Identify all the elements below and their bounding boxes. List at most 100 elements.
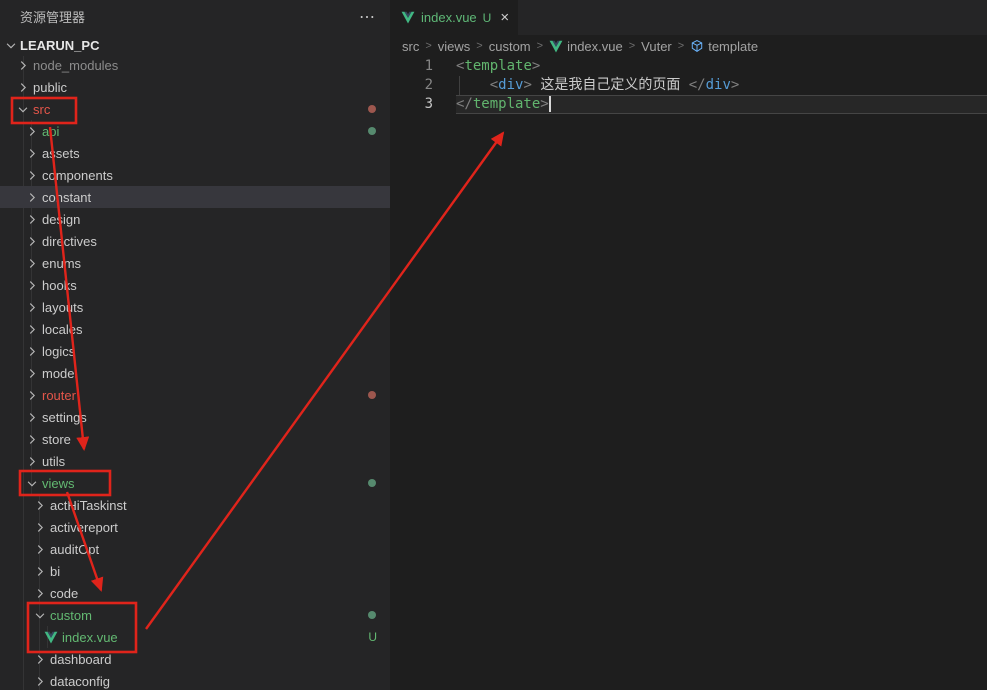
tree-item-auditOpt[interactable]: auditOpt [0, 538, 390, 560]
tree-item-components[interactable]: components [0, 164, 390, 186]
code-token: template [473, 96, 540, 112]
chevron-right-icon [25, 189, 39, 205]
tree-item-layouts[interactable]: layouts [0, 296, 390, 318]
tree-item-actHiTaskinst[interactable]: actHiTaskinst [0, 494, 390, 516]
tree-item-assets[interactable]: assets [0, 142, 390, 164]
green-dot-badge-icon [368, 611, 376, 619]
tree-item-settings[interactable]: settings [0, 406, 390, 428]
tree-item-index.vue[interactable]: index.vueU [0, 626, 390, 648]
symbol-template-icon [690, 39, 704, 53]
tree-item-activereport[interactable]: activereport [0, 516, 390, 538]
chevron-right-icon [33, 497, 47, 513]
tree-item-enums[interactable]: enums [0, 252, 390, 274]
tree-item-custom[interactable]: custom [0, 604, 390, 626]
chevron-right-icon [25, 233, 39, 249]
code-line-2[interactable]: 2 <div> 这是我自己定义的页面 </div> [391, 76, 987, 95]
tree-item-model[interactable]: model [0, 362, 390, 384]
tree-item-label: code [50, 586, 78, 601]
tree-item-utils[interactable]: utils [0, 450, 390, 472]
green-dot-badge-icon [368, 479, 376, 487]
tree-item-label: logics [42, 344, 75, 359]
vue-file-icon [400, 10, 415, 25]
breadcrumb-item-src[interactable]: src [402, 39, 419, 54]
tree-item-label: node_modules [33, 58, 118, 73]
breadcrumb-separator-icon: > [476, 40, 482, 52]
code-token: > [731, 77, 739, 93]
breadcrumb-separator-icon: > [629, 40, 635, 52]
tree-item-views[interactable]: views [0, 472, 390, 494]
tree-item-label: design [42, 212, 80, 227]
chevron-right-icon [16, 79, 30, 95]
tab-index-vue[interactable]: index.vue U × [391, 0, 518, 35]
breadcrumb-separator-icon: > [678, 40, 684, 52]
tree-item-label: auditOpt [50, 542, 99, 557]
text-cursor [549, 96, 551, 112]
chevron-right-icon [25, 453, 39, 469]
chevron-right-icon [25, 299, 39, 315]
chevron-right-icon [25, 321, 39, 337]
tree-item-node_modules[interactable]: node_modules [0, 54, 390, 76]
tab-git-status-badge: U [483, 11, 492, 25]
code-line-3[interactable]: 3</template> [391, 95, 987, 114]
red-dot-badge-icon [368, 391, 376, 399]
chevron-right-icon [25, 167, 39, 183]
tree-item-store[interactable]: store [0, 428, 390, 450]
code-token: > [540, 96, 548, 112]
tree-root-learun-pc[interactable]: LEARUN_PC [0, 35, 390, 55]
tree-item-code[interactable]: code [0, 582, 390, 604]
chevron-right-icon [25, 255, 39, 271]
tree-item-label: locales [42, 322, 82, 337]
tab-filename: index.vue [421, 10, 477, 25]
code-token [456, 77, 490, 93]
tree-item-label: actHiTaskinst [50, 498, 127, 513]
tree-item-dashboard[interactable]: dashboard [0, 648, 390, 670]
breadcrumb-item-Vuter[interactable]: Vuter [641, 39, 672, 54]
chevron-right-icon [25, 365, 39, 381]
code-token: template [464, 58, 531, 74]
breadcrumb-item-template[interactable]: template [690, 39, 758, 54]
chevron-right-icon [25, 343, 39, 359]
tree-item-label: layouts [42, 300, 83, 315]
tree-item-label: api [42, 124, 59, 139]
code-token: </ [456, 96, 473, 112]
tree-item-label: enums [42, 256, 81, 271]
tree-item-hooks[interactable]: hooks [0, 274, 390, 296]
tree-item-label: store [42, 432, 71, 447]
explorer-sidebar: 资源管理器 ⋯ LEARUN_PC node_modulespublic src a… [0, 0, 390, 690]
code-token: < [490, 77, 498, 93]
explorer-header: 资源管理器 ⋯ [0, 0, 390, 35]
tree-item-label: index.vue [62, 630, 118, 645]
indent-guide [459, 76, 460, 95]
close-icon[interactable]: × [500, 9, 509, 26]
vue-file-icon [43, 630, 58, 645]
code-line-text: </template> [456, 95, 987, 114]
tree-item-public[interactable]: public [0, 76, 390, 98]
vscode-window: 资源管理器 ⋯ LEARUN_PC node_modulespublic src a… [0, 0, 987, 690]
tree-item-directives[interactable]: directives [0, 230, 390, 252]
chevron-right-icon [16, 57, 30, 73]
tree-item-src[interactable]: src [0, 98, 390, 120]
code-line-1[interactable]: 1<template> [391, 57, 987, 76]
tree-item-label: hooks [42, 278, 77, 293]
chevron-down-icon [33, 607, 47, 623]
chevron-right-icon [33, 541, 47, 557]
tree-item-constant[interactable]: constant [0, 186, 390, 208]
chevron-right-icon [25, 387, 39, 403]
breadcrumb-item-index.vue[interactable]: index.vue [549, 39, 623, 54]
tree-item-design[interactable]: design [0, 208, 390, 230]
tree-item-locales[interactable]: locales [0, 318, 390, 340]
tree-item-api[interactable]: api [0, 120, 390, 142]
more-actions-icon[interactable]: ⋯ [359, 0, 376, 35]
chevron-down-icon [25, 475, 39, 491]
tree-item-bi[interactable]: bi [0, 560, 390, 582]
breadcrumb-label: template [708, 39, 758, 54]
code-area[interactable]: 1<template>2 <div> 这是我自己定义的页面 </div>3</t… [391, 57, 987, 114]
breadcrumb-item-views[interactable]: views [438, 39, 471, 54]
tree-item-logics[interactable]: logics [0, 340, 390, 362]
tree-item-dataconfig[interactable]: dataconfig [0, 670, 390, 690]
tree-item-label: public [33, 80, 67, 95]
breadcrumb-item-custom[interactable]: custom [489, 39, 531, 54]
tree-item-label: dashboard [50, 652, 111, 667]
tree-item-router[interactable]: router [0, 384, 390, 406]
code-line-text: <template> [456, 57, 987, 76]
